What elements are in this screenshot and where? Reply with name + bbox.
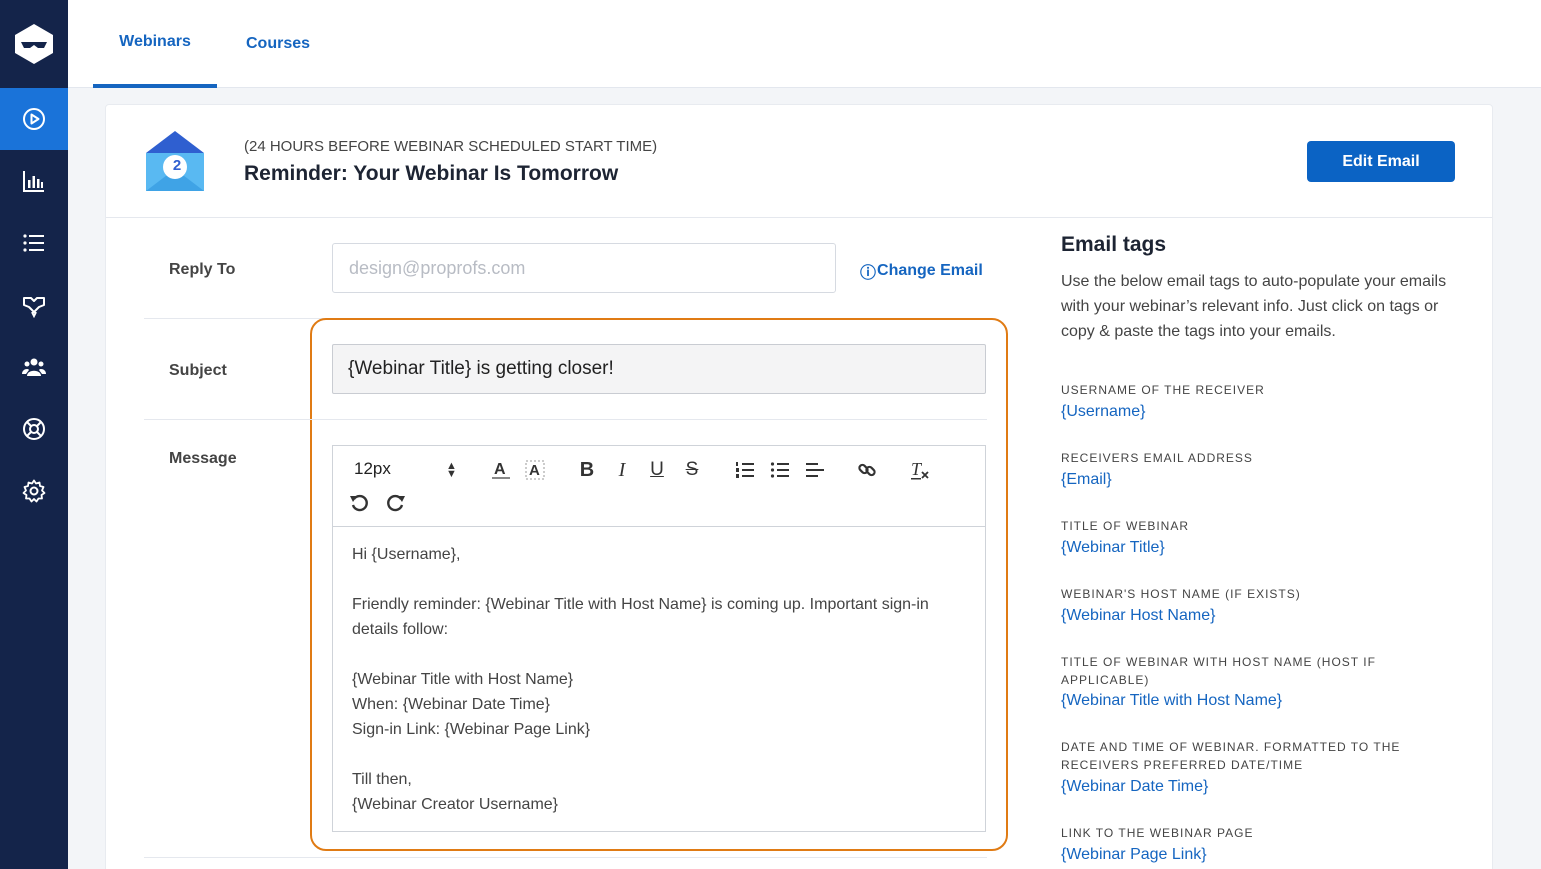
email-tags-title: Email tags: [1061, 233, 1167, 256]
question-circle-icon: ⓘ: [860, 265, 877, 282]
italic-icon[interactable]: I: [611, 458, 633, 482]
tag-label: RECEIVERS EMAIL ADDRESS: [1061, 451, 1253, 465]
editor-toolbar: 12px ▲ ▼ A A B I U S T: [333, 446, 985, 527]
edit-email-button[interactable]: Edit Email: [1307, 141, 1455, 182]
top-tab-bar: Webinars Courses: [68, 0, 1541, 88]
message-label: Message: [169, 450, 237, 467]
svg-text:T: T: [911, 459, 923, 479]
email-tags-description: Use the below email tags to auto-populat…: [1061, 273, 1447, 340]
tag-webinar-title[interactable]: {Webinar Title}: [1061, 539, 1165, 557]
webinar-play-icon: [23, 108, 45, 130]
email-card: 2 (24 HOURS BEFORE WEBINAR SCHEDULED STA…: [105, 104, 1493, 869]
tab-webinars[interactable]: Webinars: [93, 0, 217, 88]
message-body[interactable]: Hi {Username}, Friendly reminder: {Webin…: [352, 542, 972, 817]
message-editor: 12px ▲ ▼ A A B I U S T Hi {Username}, Fr…: [332, 445, 986, 832]
nav-users[interactable]: [0, 336, 68, 398]
email-header: 2 (24 HOURS BEFORE WEBINAR SCHEDULED STA…: [106, 105, 1492, 218]
settings-icon: [22, 479, 46, 503]
email-tags-panel: Email tags Use the below email tags to a…: [1061, 233, 1461, 863]
reply-to-label: Reply To: [169, 261, 236, 278]
nav-integrations[interactable]: [0, 274, 68, 336]
change-email-label: Change Email: [877, 262, 983, 279]
tag-label: TITLE OF WEBINAR WITH HOST NAME (HOST IF…: [1061, 655, 1376, 687]
text-color-icon[interactable]: A: [490, 458, 512, 482]
nav-analytics[interactable]: [0, 150, 68, 212]
email-title: Reminder: Your Webinar Is Tomorrow: [244, 162, 619, 185]
subject-label: Subject: [169, 362, 227, 379]
tag-date-time[interactable]: {Webinar Date Time}: [1061, 778, 1208, 796]
email-schedule-subtitle: (24 HOURS BEFORE WEBINAR SCHEDULED START…: [244, 138, 658, 155]
reminder-number-badge: 2: [172, 157, 182, 174]
tag-label: WEBINAR'S HOST NAME (IF EXISTS): [1061, 587, 1301, 601]
ordered-list-icon[interactable]: [734, 459, 756, 481]
svg-text:A: A: [494, 461, 506, 478]
highlight-color-icon[interactable]: A: [524, 458, 546, 482]
list-icon: [23, 234, 44, 252]
font-size-select[interactable]: 12px: [354, 459, 391, 479]
clear-format-icon[interactable]: T: [909, 458, 931, 482]
subject-input[interactable]: {Webinar Title} is getting closer!: [332, 344, 986, 394]
nav-webinars[interactable]: [0, 88, 68, 150]
reply-to-input[interactable]: design@proprofs.com: [332, 243, 836, 293]
tag-label: LINK TO THE WEBINAR PAGE: [1061, 826, 1254, 840]
tag-label: TITLE OF WEBINAR: [1061, 519, 1190, 533]
bullet-list-icon[interactable]: [769, 459, 791, 481]
tag-username[interactable]: {Username}: [1061, 403, 1146, 421]
redo-icon[interactable]: [385, 491, 407, 513]
integrations-icon: [23, 297, 45, 318]
bold-icon[interactable]: B: [576, 458, 598, 482]
logo-icon[interactable]: [0, 0, 68, 88]
font-size-stepper-icon[interactable]: ▲ ▼: [446, 461, 457, 480]
underline-icon[interactable]: U: [646, 458, 668, 482]
nav-help[interactable]: [0, 398, 68, 460]
tag-email[interactable]: {Email}: [1061, 471, 1112, 489]
undo-icon[interactable]: [348, 491, 370, 513]
tag-host-name[interactable]: {Webinar Host Name}: [1061, 607, 1215, 625]
link-icon[interactable]: [856, 459, 878, 481]
nav-settings[interactable]: [0, 460, 68, 522]
tag-label: DATE AND TIME OF WEBINAR. FORMATTED TO T…: [1061, 740, 1401, 772]
divider: [144, 857, 987, 858]
align-left-icon[interactable]: [804, 459, 826, 481]
svg-text:A: A: [529, 462, 540, 479]
change-email-link[interactable]: ⓘ Change Email: [860, 259, 983, 283]
users-icon: [22, 358, 46, 376]
tab-courses[interactable]: Courses: [230, 0, 326, 88]
analytics-icon: [23, 171, 44, 192]
strikethrough-icon[interactable]: S: [681, 458, 703, 482]
sidebar: [0, 0, 68, 869]
help-icon: [23, 418, 45, 440]
tag-title-with-host[interactable]: {Webinar Title with Host Name}: [1061, 692, 1282, 710]
tag-label: USERNAME OF THE RECEIVER: [1061, 383, 1265, 397]
divider: [144, 419, 987, 420]
tag-page-link[interactable]: {Webinar Page Link}: [1061, 846, 1207, 864]
nav-list[interactable]: [0, 212, 68, 274]
